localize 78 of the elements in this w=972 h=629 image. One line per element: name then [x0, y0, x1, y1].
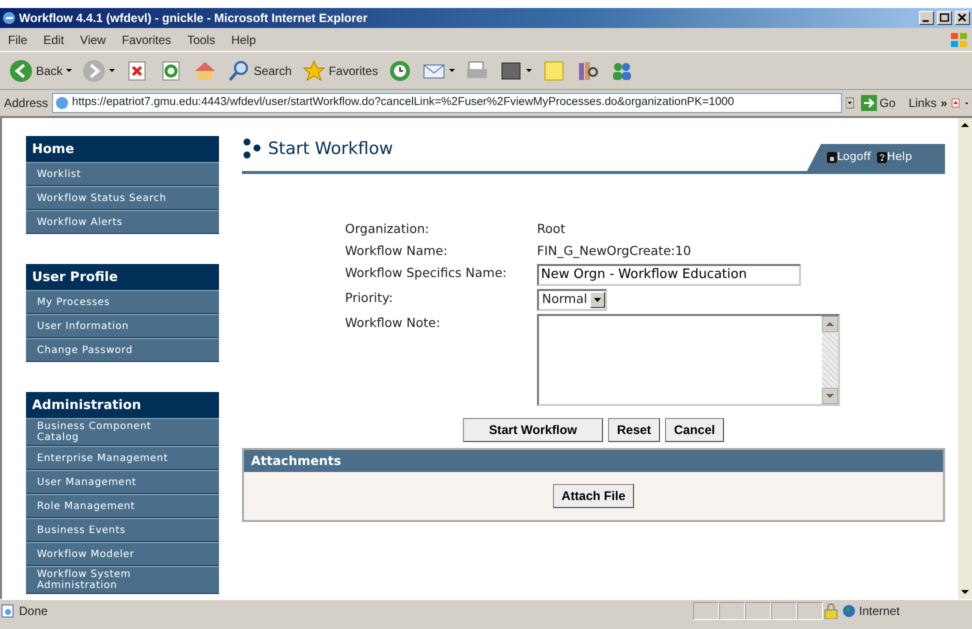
address-label: Address [4, 95, 48, 112]
menu-item[interactable]: File [0, 30, 36, 48]
status-pane [771, 602, 797, 620]
panel-heading: Attachments [244, 450, 943, 472]
field-label: Workflow Name: [345, 242, 448, 260]
go-button[interactable]: Go [858, 92, 899, 114]
sidebar-link[interactable]: Change Password [26, 338, 219, 362]
help-icon [876, 152, 887, 163]
magnifier-icon [226, 58, 251, 82]
menu-item[interactable]: Help [223, 30, 264, 48]
globe-icon [842, 604, 856, 618]
address-field[interactable]: https://epatriot7.gmu.edu:4443/wfdevl/user/startWorkflow.do?cancelLink=%2Fuser%2FviewMyProcesses.do&organizationPK=1000 [52, 93, 842, 113]
caret-icon[interactable] [66, 69, 72, 72]
scroll-down-icon[interactable] [822, 388, 838, 404]
history-icon[interactable] [388, 58, 412, 82]
status-pane [745, 602, 771, 620]
toolbar-button[interactable]: Search [224, 56, 295, 84]
menu-item[interactable]: Edit [35, 30, 72, 48]
caret-icon[interactable] [964, 102, 968, 104]
field-value: FIN_G_NewOrgCreate:10 [537, 242, 692, 260]
form-button[interactable]: Cancel [665, 418, 724, 442]
header-link[interactable]: Help [876, 149, 912, 166]
sidebar-link[interactable]: User Information [26, 314, 219, 338]
text-field[interactable]: New Orgn - Workflow Education [537, 264, 801, 286]
header-link[interactable]: Logoff [827, 149, 871, 166]
sidebar-link[interactable]: Workflow System Administration [26, 566, 219, 594]
sidebar-link[interactable]: Business Component Catalog [26, 418, 219, 446]
toolbar-button[interactable]: Favorites [298, 56, 382, 84]
scroll-up-icon[interactable] [822, 316, 838, 332]
field-value: Root [537, 220, 566, 238]
arrow-icon [860, 95, 877, 111]
page-title: Start Workflow [268, 138, 393, 160]
lock-icon [827, 152, 837, 163]
status-pane [797, 602, 823, 620]
scrollbar[interactable] [958, 118, 972, 599]
sidebar-link[interactable]: My Processes [26, 290, 219, 314]
sidebar-heading: Home [26, 136, 219, 162]
sidebar-link[interactable]: Business Events [26, 518, 219, 542]
field-label: Organization: [345, 220, 430, 238]
note-field[interactable] [537, 314, 840, 406]
sidebar-heading: Administration [26, 392, 219, 418]
star-icon [302, 58, 326, 82]
window-title: Workflow 4.4.1 (wfdevl) - gnickle - Microsoft Internet Explorer [19, 10, 369, 27]
status-zone: Internet [842, 602, 972, 620]
minimize-icon[interactable] [919, 11, 934, 25]
form-button[interactable]: Reset [608, 418, 660, 442]
status-text: Done [19, 602, 49, 620]
sidebar-link[interactable]: User Management [26, 470, 219, 494]
caret-icon[interactable] [449, 69, 456, 72]
field-label: Workflow Specifics Name: [345, 264, 508, 282]
sidebar-link[interactable]: Workflow Modeler [26, 542, 219, 566]
page-icon [0, 604, 16, 618]
sidebar-heading: User Profile [26, 264, 219, 290]
toolbar-button[interactable]: Back [6, 56, 75, 84]
sidebar-link[interactable]: Enterprise Management [26, 446, 219, 470]
page-icon [55, 96, 70, 110]
menu-item[interactable]: Tools [179, 30, 224, 48]
sidebar-link[interactable]: Workflow Status Search [26, 186, 219, 210]
priority-select[interactable]: Normal [537, 288, 608, 310]
sidebar-link[interactable]: Role Management [26, 494, 219, 518]
lock-icon [823, 602, 839, 618]
field-label: Priority: [345, 288, 394, 307]
attach-file-button[interactable]: Attach File [552, 484, 634, 508]
menu-item[interactable]: View [72, 30, 114, 48]
caret-icon[interactable] [108, 69, 115, 72]
form-button[interactable]: Start Workflow [462, 418, 603, 442]
field-label: Workflow Note: [345, 314, 442, 332]
close-icon[interactable] [955, 11, 970, 25]
status-pane [719, 602, 745, 620]
maximize-icon[interactable] [937, 11, 952, 25]
status-pane [693, 602, 719, 620]
menu-item[interactable]: Favorites [114, 30, 180, 48]
links-label[interactable]: Links [908, 94, 937, 112]
sidebar-link[interactable]: Workflow Alerts [26, 210, 219, 234]
caret-icon[interactable] [526, 69, 532, 72]
dropdown-arrow-icon [594, 298, 602, 302]
chevron[interactable]: » [940, 94, 948, 112]
sidebar-link[interactable]: Worklist [26, 162, 219, 186]
